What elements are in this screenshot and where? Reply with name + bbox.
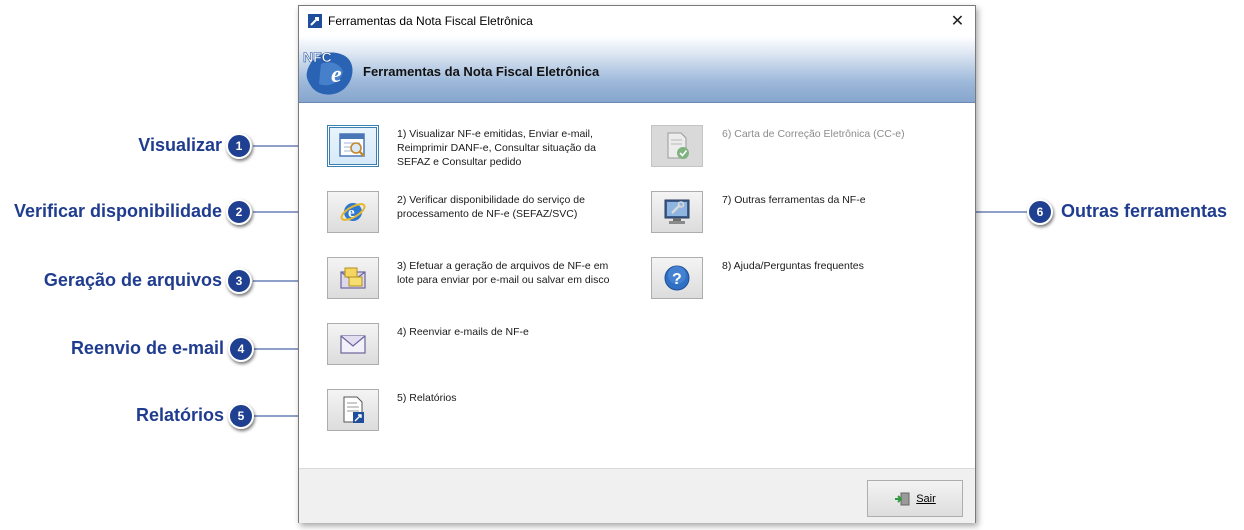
internet-explorer-icon: e: [340, 203, 366, 221]
callout-label-outras-ferramentas: Outras ferramentas: [1061, 201, 1228, 221]
tool-label-7: 7) Outras ferramentas da NF-e: [722, 194, 866, 206]
report-icon: [343, 396, 364, 423]
callout-badge-4: 4: [228, 336, 254, 362]
dialog-footer: Sair: [299, 468, 975, 523]
help-faq-button[interactable]: ?: [651, 257, 703, 299]
reports-button[interactable]: [327, 389, 379, 431]
tool-label-8: 8) Ajuda/Perguntas frequentes: [722, 260, 864, 272]
callout-label-reenvio-de-email: Reenvio de e-mail: [70, 338, 224, 358]
tool-label-3: 3) Efetuar a geração de arquivos de NF-e…: [397, 260, 610, 286]
envelope-files-icon: [340, 267, 366, 289]
help-icon: ?: [664, 265, 690, 291]
svg-text:e: e: [348, 205, 355, 221]
header-banner: NFC e Ferramentas da Nota Fiscal Eletrôn…: [299, 36, 975, 103]
envelope-icon: [340, 335, 366, 354]
callout-label-visualizar: Visualizar: [138, 135, 222, 155]
tool-label-2: 2) Verificar disponibilidade do serviço …: [397, 194, 585, 220]
callout-badge-1: 1: [226, 133, 252, 159]
close-button[interactable]: ✕: [940, 6, 975, 36]
callout-badge-2: 2: [226, 199, 252, 225]
correction-letter-icon: [667, 132, 689, 159]
generate-files-button[interactable]: [327, 257, 379, 299]
tools-dialog-window: Ferramentas da Nota Fiscal Eletrônica ✕ …: [298, 5, 976, 523]
callout-badge-3: 3: [226, 268, 252, 294]
tool-label-5: 5) Relatórios: [397, 392, 457, 404]
computer-tools-icon: [664, 199, 690, 224]
nfce-logo-text: NFC: [303, 49, 332, 65]
callout-label-verificar-disponibilidade: Verificar disponibilidade: [13, 201, 222, 221]
view-document-icon: [339, 133, 365, 157]
exit-door-icon: [895, 492, 910, 505]
tool-label-4: 4) Reenviar e-mails de NF-e: [397, 326, 529, 338]
exit-button[interactable]: Sair: [867, 480, 963, 517]
callout-label-relatorios: Relatórios: [135, 405, 224, 425]
resend-emails-button[interactable]: [327, 323, 379, 365]
callout-badge-5: 5: [228, 403, 254, 429]
view-nfe-button[interactable]: [327, 125, 379, 167]
other-tools-button[interactable]: [651, 191, 703, 233]
exit-button-label: Sair: [916, 492, 936, 505]
close-icon: ✕: [950, 13, 965, 30]
nfce-logo-icon: NFC e: [303, 49, 353, 95]
tools-content-area: 1) Visualizar NF-e emitidas, Enviar e-ma…: [299, 103, 975, 468]
callout-badge-6: 6: [1027, 199, 1053, 225]
tool-label-1: 1) Visualizar NF-e emitidas, Enviar e-ma…: [397, 128, 596, 168]
tool-label-6: 6) Carta de Correção Eletrônica (CC-e): [722, 128, 905, 140]
correction-letter-button[interactable]: [651, 125, 703, 167]
title-bar: Ferramentas da Nota Fiscal Eletrônica ✕: [299, 6, 975, 36]
banner-title: Ferramentas da Nota Fiscal Eletrônica: [363, 64, 600, 79]
nfce-logo-letter: e: [331, 62, 342, 88]
callout-label-geracao-de-arquivos: Geração de arquivos: [43, 270, 222, 290]
svg-text:?: ?: [672, 271, 682, 288]
window-title: Ferramentas da Nota Fiscal Eletrônica: [328, 14, 533, 28]
check-service-availability-button[interactable]: e: [327, 191, 379, 233]
app-tools-icon: [308, 14, 322, 28]
